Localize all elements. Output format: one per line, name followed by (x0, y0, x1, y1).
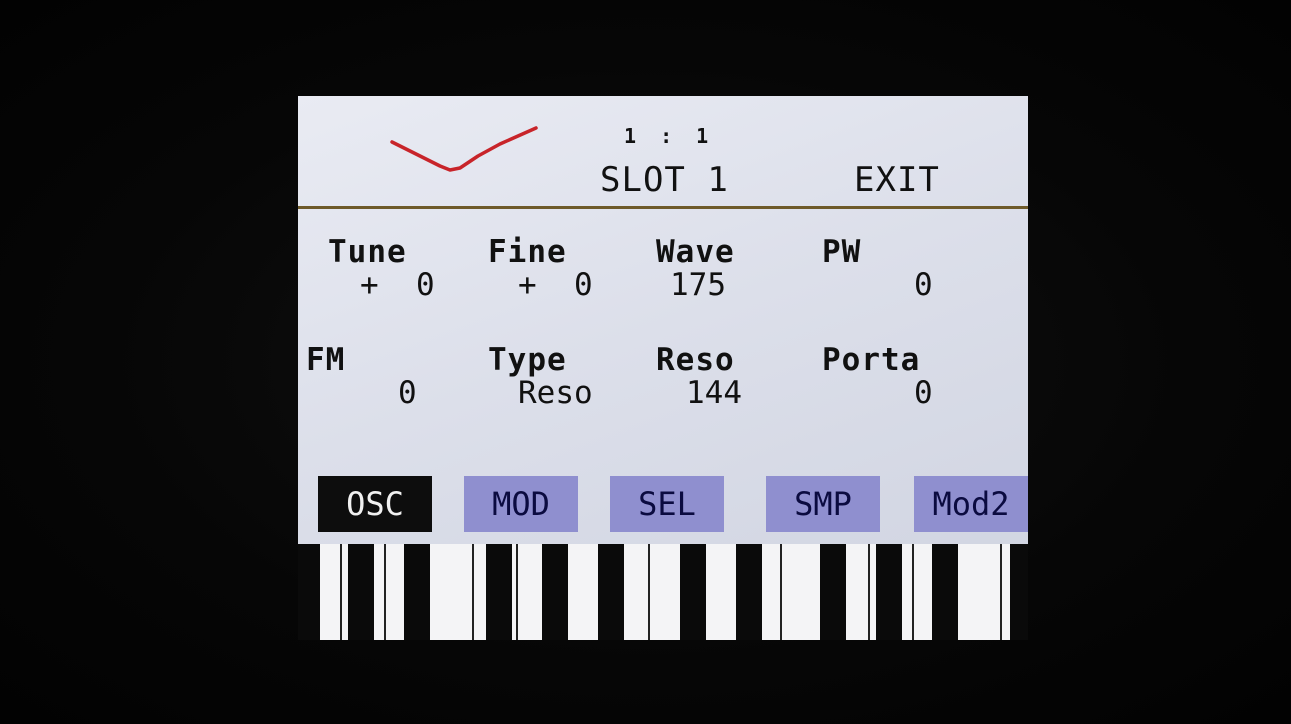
param-label: FM (306, 342, 346, 378)
black-key[interactable] (876, 544, 902, 640)
black-key[interactable] (932, 544, 958, 640)
position-readout: 1 : 1 (624, 124, 715, 148)
param-value: 144 (686, 375, 742, 411)
device-bezel: 1 : 1 SLOT 1 EXIT Tune + 0 Fine + 0 Wave… (0, 0, 1291, 724)
black-key[interactable] (820, 544, 846, 640)
exit-button[interactable]: EXIT (854, 160, 940, 200)
param-label: Fine (488, 234, 567, 270)
param-value: Reso (518, 375, 593, 411)
lcd-screen: 1 : 1 SLOT 1 EXIT Tune + 0 Fine + 0 Wave… (298, 96, 1028, 640)
tab-smp[interactable]: SMP (766, 476, 880, 532)
screen-header: 1 : 1 SLOT 1 EXIT (298, 96, 1028, 209)
tab-mod2[interactable]: Mod2 (914, 476, 1028, 532)
black-key[interactable] (348, 544, 374, 640)
white-key[interactable] (958, 544, 1002, 640)
black-key[interactable] (542, 544, 568, 640)
black-key[interactable] (680, 544, 706, 640)
param-value: 0 (914, 375, 933, 411)
param-value: + 0 (360, 267, 435, 303)
white-key[interactable] (430, 544, 474, 640)
tab-mod[interactable]: MOD (464, 476, 578, 532)
param-value: 175 (670, 267, 726, 303)
tab-sel[interactable]: SEL (610, 476, 724, 532)
param-label: PW (822, 234, 862, 270)
tab-osc[interactable]: OSC (318, 476, 432, 532)
header-divider (298, 206, 1028, 209)
black-key[interactable] (486, 544, 512, 640)
black-key[interactable] (736, 544, 762, 640)
param-label: Porta (822, 342, 921, 378)
black-key[interactable] (298, 544, 320, 640)
black-key[interactable] (598, 544, 624, 640)
param-label: Type (488, 342, 567, 378)
param-value: 0 (914, 267, 933, 303)
black-key[interactable] (1010, 544, 1028, 640)
param-value: + 0 (518, 267, 593, 303)
param-label: Wave (656, 234, 735, 270)
slot-label: SLOT 1 (600, 160, 729, 200)
param-value: 0 (398, 375, 417, 411)
piano-keyboard[interactable] (298, 544, 1028, 640)
black-key[interactable] (404, 544, 430, 640)
waveform-icon (390, 126, 538, 172)
param-label: Reso (656, 342, 735, 378)
param-label: Tune (328, 234, 407, 270)
